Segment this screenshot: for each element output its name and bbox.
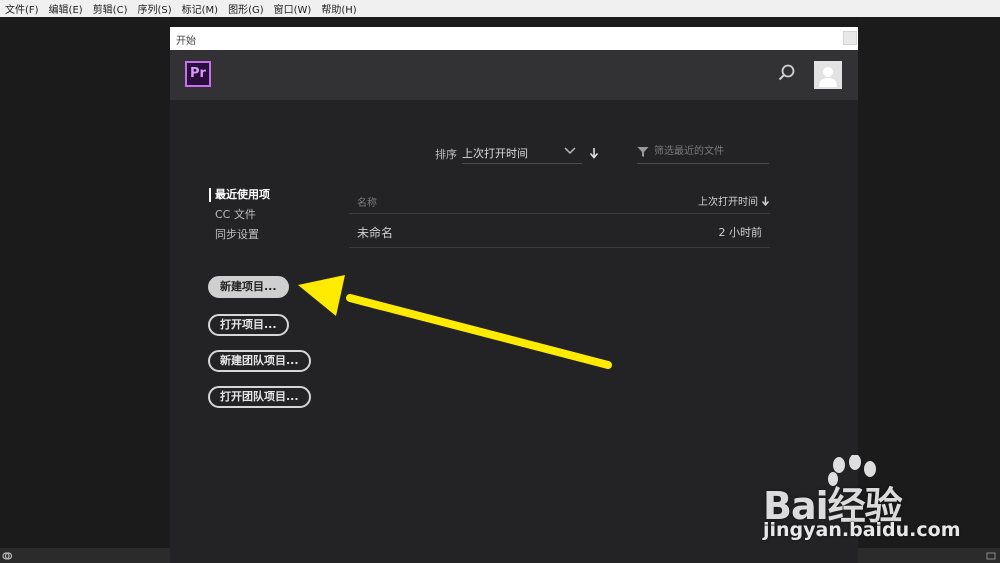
- menu-graphics[interactable]: 图形(G): [223, 1, 269, 16]
- open-team-project-button[interactable]: 打开团队项目...: [208, 386, 311, 408]
- side-nav: 最近使用项 CC 文件 同步设置: [209, 187, 270, 247]
- creative-cloud-icon: [2, 552, 12, 560]
- chevron-down-icon: [564, 147, 576, 155]
- file-last-opened: 2 小时前: [718, 226, 763, 239]
- watermark-url: jingyan.baidu.com: [763, 519, 961, 541]
- column-last-opened[interactable]: 上次打开时间: [698, 193, 770, 208]
- filter-input[interactable]: [654, 143, 766, 160]
- column-name[interactable]: 名称: [357, 194, 377, 209]
- menu-edit[interactable]: 编辑(E): [44, 1, 88, 16]
- table-row[interactable]: 未命名 2 小时前: [349, 214, 770, 248]
- open-project-button[interactable]: 打开项目...: [208, 314, 289, 336]
- file-name: 未命名: [357, 226, 394, 240]
- table-header: 名称 上次打开时间: [349, 187, 770, 214]
- menu-window[interactable]: 窗口(W): [269, 1, 317, 16]
- search-icon[interactable]: [777, 63, 797, 83]
- menu-markers[interactable]: 标记(M): [177, 1, 223, 16]
- user-avatar-icon: [819, 67, 837, 87]
- nav-sync-settings[interactable]: 同步设置: [209, 227, 270, 247]
- baidu-jingyan-watermark: Bai经验 jingyan.baidu.com: [763, 455, 963, 545]
- nav-recent[interactable]: 最近使用项: [209, 187, 270, 207]
- sort-value: 上次打开时间: [462, 147, 528, 160]
- user-avatar[interactable]: [814, 61, 842, 89]
- sort-label: 排序: [435, 148, 457, 161]
- menu-clip[interactable]: 剪辑(C): [88, 1, 133, 16]
- premiere-pro-logo: Pr: [185, 61, 211, 87]
- menu-sequence[interactable]: 序列(S): [132, 1, 176, 16]
- close-button[interactable]: [843, 31, 857, 45]
- menu-help[interactable]: 帮助(H): [316, 1, 361, 16]
- sort-dropdown[interactable]: 上次打开时间: [462, 140, 582, 164]
- menu-file[interactable]: 文件(F): [0, 1, 44, 16]
- resize-grip-icon: [986, 552, 996, 560]
- filter-field[interactable]: [637, 140, 769, 164]
- column-last-opened-label: 上次打开时间: [698, 197, 758, 208]
- dialog-title: 开始: [176, 36, 196, 47]
- annotation-arrow: [298, 275, 612, 369]
- menu-bar: 文件(F) 编辑(E) 剪辑(C) 序列(S) 标记(M) 图形(G) 窗口(W…: [0, 0, 1000, 17]
- new-project-button[interactable]: 新建项目...: [208, 276, 289, 298]
- close-icon: [844, 32, 856, 44]
- arrow-down-icon[interactable]: [588, 147, 600, 159]
- dialog-titlebar: 开始: [170, 27, 858, 50]
- dialog-header: Pr: [170, 50, 858, 100]
- nav-cc-files[interactable]: CC 文件: [209, 207, 270, 227]
- workspace-background-left: [0, 17, 170, 548]
- filter-icon: [637, 147, 649, 157]
- arrow-down-icon: [761, 196, 770, 206]
